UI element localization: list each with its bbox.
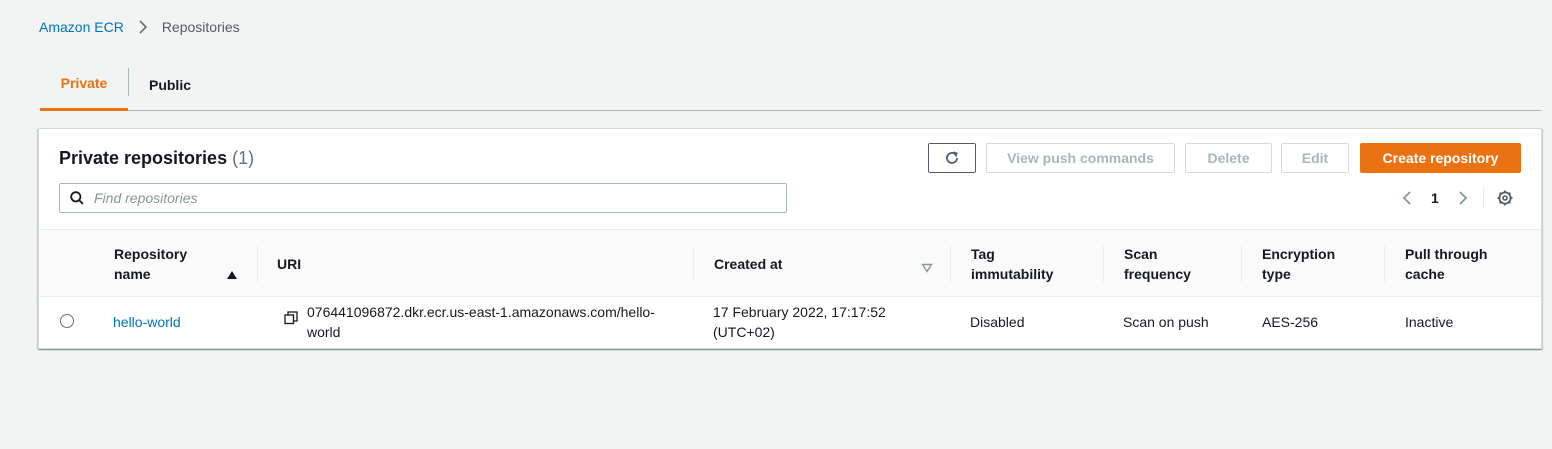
search-input[interactable] bbox=[94, 190, 774, 206]
pagination: 1 bbox=[1397, 187, 1514, 209]
encryption-type-value: AES-256 bbox=[1262, 314, 1319, 330]
copy-icon[interactable] bbox=[284, 311, 298, 330]
refresh-button[interactable] bbox=[928, 143, 976, 173]
chevron-right-icon bbox=[138, 20, 148, 34]
column-header-encryption-type: Encryption type bbox=[1262, 246, 1336, 282]
column-separator bbox=[257, 246, 258, 282]
create-repository-button[interactable]: Create repository bbox=[1360, 143, 1521, 173]
column-header-repository-name[interactable]: Repository name bbox=[114, 244, 187, 284]
search-box bbox=[59, 183, 787, 213]
breadcrumb-amazon-ecr[interactable]: Amazon ECR bbox=[39, 19, 124, 35]
column-separator bbox=[950, 246, 951, 282]
column-header-created-at[interactable]: Created at bbox=[714, 254, 782, 274]
repository-count: (1) bbox=[232, 148, 255, 168]
repository-uri: 076441096872.dkr.ecr.us-east-1.amazonaws… bbox=[307, 302, 655, 342]
table-row[interactable]: hello-world 076441096872.dkr.ecr.us-east… bbox=[39, 297, 1541, 348]
table-header: Repository name URI Created at Tag immut… bbox=[39, 229, 1541, 297]
previous-page-icon[interactable] bbox=[1397, 188, 1417, 208]
column-header-tag-immutability: Tag immutability bbox=[971, 246, 1054, 282]
private-repositories-panel: Private repositories (1) View push comma… bbox=[38, 128, 1542, 349]
created-at-line-2: (UTC+02) bbox=[713, 324, 775, 340]
column-separator bbox=[1103, 246, 1104, 282]
edit-button[interactable]: Edit bbox=[1281, 143, 1349, 173]
breadcrumb-current: Repositories bbox=[161, 19, 240, 35]
column-separator bbox=[693, 246, 694, 282]
gear-icon[interactable] bbox=[1496, 189, 1514, 207]
repositories-table: Repository name URI Created at Tag immut… bbox=[39, 229, 1541, 348]
created-at: 17 February 2022, 17:17:52 (UTC+02) bbox=[713, 302, 886, 342]
tag-immutability-value: Disabled bbox=[970, 314, 1025, 330]
delete-button[interactable]: Delete bbox=[1185, 143, 1272, 173]
pager-divider bbox=[1482, 187, 1484, 209]
created-at-line-1: 17 February 2022, 17:17:52 bbox=[713, 304, 886, 320]
next-page-icon[interactable] bbox=[1453, 188, 1473, 208]
column-header-uri: URI bbox=[277, 256, 302, 272]
breadcrumb: Amazon ECR Repositories bbox=[39, 18, 240, 36]
repository-uri-line-2: world bbox=[307, 324, 341, 340]
row-select-radio[interactable] bbox=[60, 314, 74, 328]
tab-private[interactable]: Private bbox=[40, 60, 128, 111]
scan-frequency-value: Scan on push bbox=[1123, 314, 1209, 330]
panel-title-text: Private repositories bbox=[59, 148, 228, 168]
sort-ascending-icon[interactable] bbox=[226, 267, 238, 285]
column-separator bbox=[1384, 246, 1385, 282]
current-page-number[interactable]: 1 bbox=[1431, 190, 1439, 206]
refresh-icon bbox=[944, 150, 960, 166]
pull-through-cache-value: Inactive bbox=[1405, 314, 1454, 330]
column-separator bbox=[1241, 246, 1242, 282]
repository-uri-line-1: 076441096872.dkr.ecr.us-east-1.amazonaws… bbox=[307, 304, 655, 320]
tab-public[interactable]: Public bbox=[129, 60, 211, 110]
repository-name-link[interactable]: hello-world bbox=[113, 312, 181, 332]
column-header-scan-frequency: Scan frequency bbox=[1124, 246, 1191, 282]
sort-icon[interactable] bbox=[921, 260, 933, 278]
view-push-commands-button[interactable]: View push commands bbox=[986, 143, 1175, 173]
column-header-pull-through-cache: Pull through cache bbox=[1405, 246, 1488, 282]
repository-tabs: Private Public bbox=[40, 60, 1541, 111]
panel-title: Private repositories (1) bbox=[59, 148, 254, 169]
search-icon bbox=[70, 191, 84, 205]
